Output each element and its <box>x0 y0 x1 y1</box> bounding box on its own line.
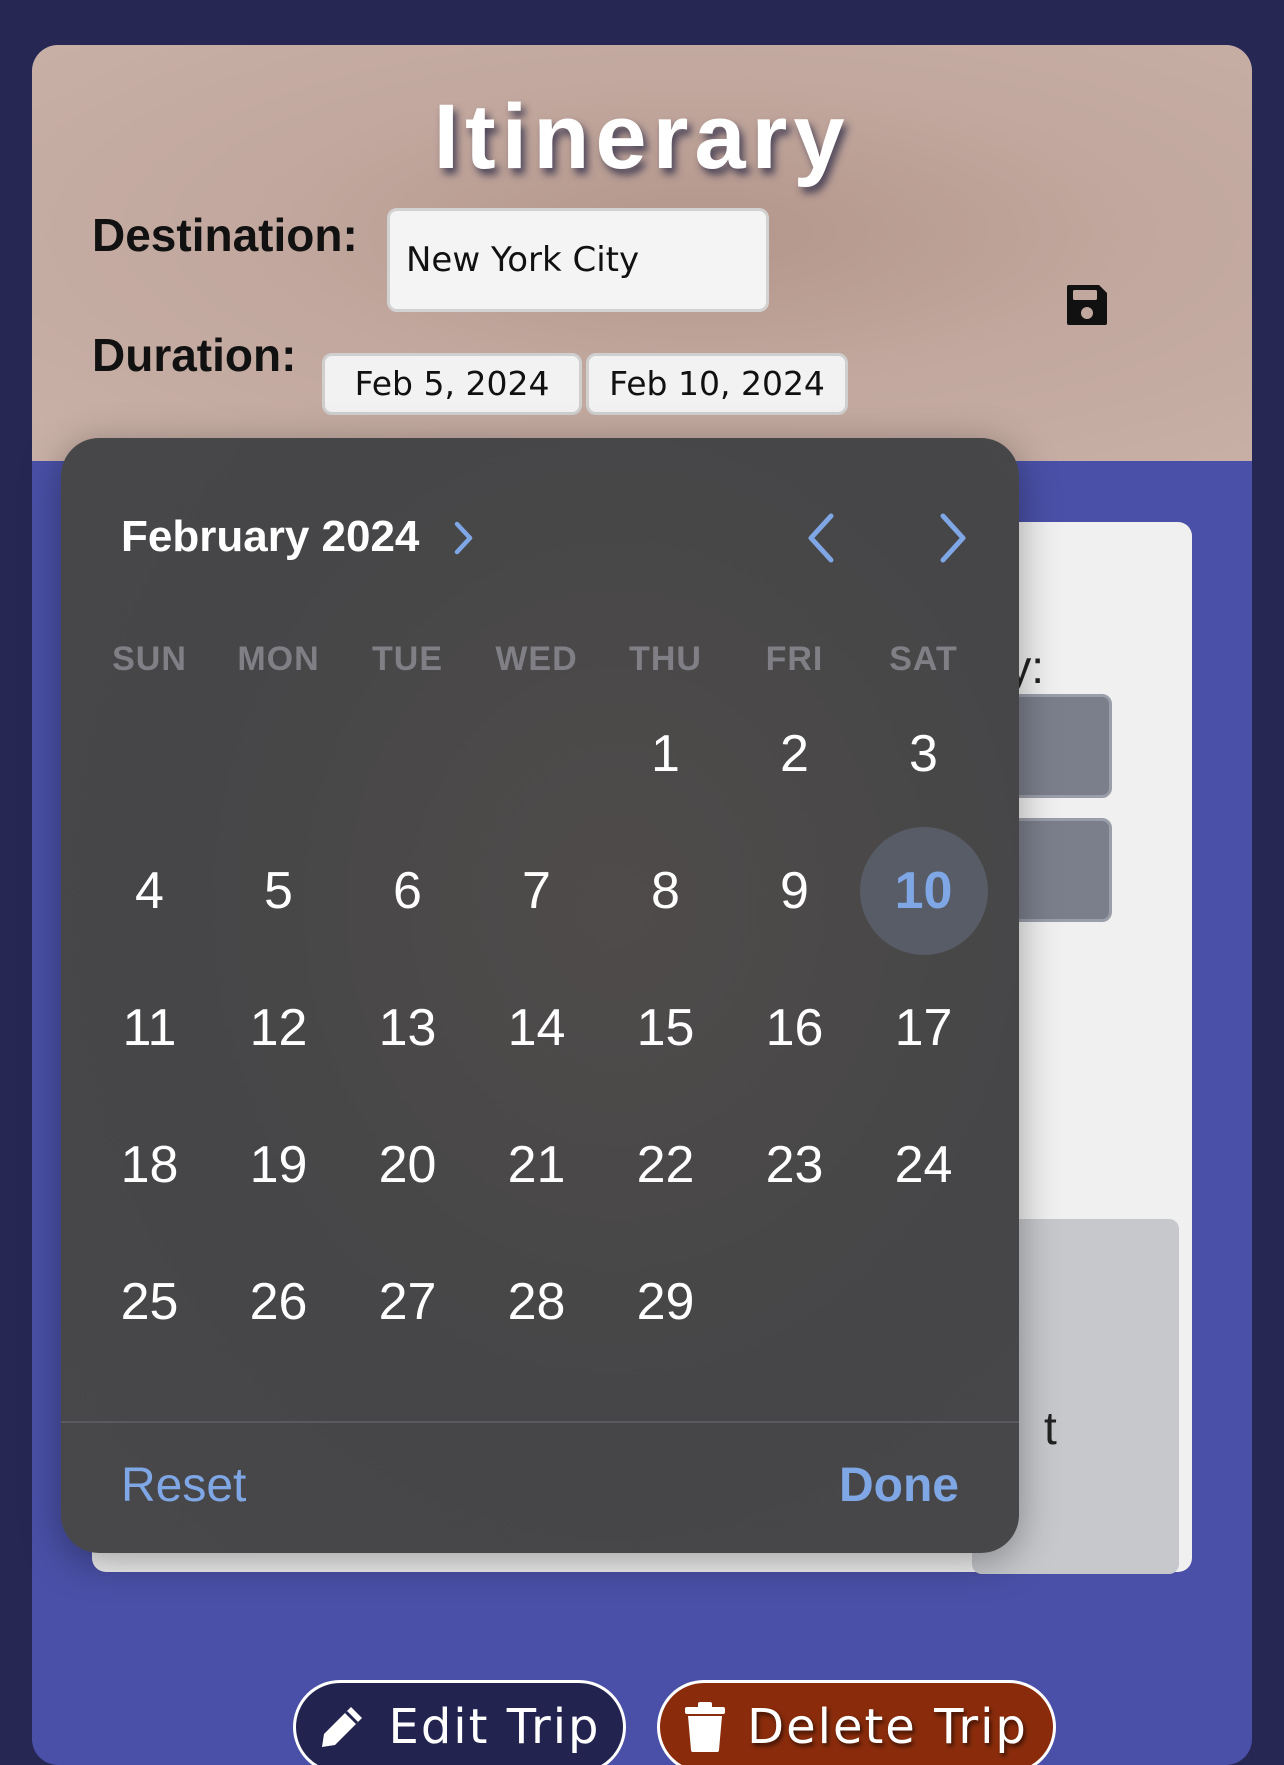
duration-label: Duration: <box>92 329 297 381</box>
calendar-day[interactable]: 11 <box>85 960 214 1097</box>
delete-trip-button[interactable]: Delete Trip <box>657 1680 1056 1765</box>
floppy-disk-icon[interactable] <box>1065 283 1109 327</box>
calendar-day[interactable]: 24 <box>859 1097 988 1234</box>
chevron-right-icon[interactable] <box>453 520 475 556</box>
calendar-day[interactable]: 9 <box>730 823 859 960</box>
itinerary-header: Itinerary Destination: Duration: Feb 5, … <box>32 45 1252 461</box>
calendar-day-selected[interactable]: 10 <box>859 823 988 960</box>
calendar-day[interactable]: 6 <box>343 823 472 960</box>
destination-label: Destination: <box>92 209 358 261</box>
calendar-day[interactable]: 29 <box>601 1234 730 1371</box>
weekday-label: SAT <box>889 640 958 678</box>
calendar-day[interactable]: 17 <box>859 960 988 1097</box>
calendar-day[interactable]: 12 <box>214 960 343 1097</box>
delete-trip-label: Delete Trip <box>747 1699 1028 1755</box>
calendar-day[interactable]: 7 <box>472 823 601 960</box>
start-date-button[interactable]: Feb 5, 2024 <box>322 353 582 415</box>
calendar-day[interactable]: 19 <box>214 1097 343 1234</box>
chevron-right-icon[interactable] <box>937 512 969 564</box>
calendar-day[interactable]: 5 <box>214 823 343 960</box>
calendar-day[interactable]: 27 <box>343 1234 472 1371</box>
calendar-reset-button[interactable]: Reset <box>121 1458 246 1513</box>
weekday-label: WED <box>495 640 578 678</box>
calendar-day[interactable]: 25 <box>85 1234 214 1371</box>
pencil-icon <box>322 1707 363 1747</box>
calendar-day[interactable]: 28 <box>472 1234 601 1371</box>
chevron-left-icon[interactable] <box>805 512 837 564</box>
calendar-day[interactable]: 13 <box>343 960 472 1097</box>
trash-icon <box>685 1702 726 1752</box>
calendar-day[interactable]: 15 <box>601 960 730 1097</box>
calendar-day[interactable]: 21 <box>472 1097 601 1234</box>
weekday-label: THU <box>629 640 702 678</box>
calendar-day[interactable]: 23 <box>730 1097 859 1234</box>
calendar-day[interactable]: 26 <box>214 1234 343 1371</box>
calendar-day[interactable]: 2 <box>730 686 859 823</box>
calendar-day[interactable]: 14 <box>472 960 601 1097</box>
weekday-label: TUE <box>372 640 443 678</box>
calendar-divider <box>61 1421 1019 1423</box>
panel-detail-partial: t <box>1044 1402 1057 1454</box>
calendar-done-button[interactable]: Done <box>839 1458 959 1513</box>
calendar-day[interactable]: 16 <box>730 960 859 1097</box>
calendar-day[interactable]: 18 <box>85 1097 214 1234</box>
end-date-button[interactable]: Feb 10, 2024 <box>586 353 848 415</box>
calendar-day[interactable]: 4 <box>85 823 214 960</box>
edit-trip-label: Edit Trip <box>388 1699 601 1755</box>
calendar-day[interactable]: 1 <box>601 686 730 823</box>
weekday-label: SUN <box>112 640 187 678</box>
edit-trip-button[interactable]: Edit Trip <box>293 1680 626 1765</box>
calendar-day[interactable]: 22 <box>601 1097 730 1234</box>
calendar-day[interactable]: 20 <box>343 1097 472 1234</box>
calendar-day[interactable]: 8 <box>601 823 730 960</box>
weekday-label: FRI <box>765 640 824 678</box>
page-title: Itinerary <box>433 86 851 188</box>
date-picker-popover: February 2024 SUN MON TUE WED THU FRI SAT 1234… <box>61 438 1019 1553</box>
weekday-label: MON <box>237 640 320 678</box>
destination-input[interactable] <box>387 208 769 312</box>
calendar-month-label[interactable]: February 2024 <box>121 512 419 562</box>
calendar-day[interactable]: 3 <box>859 686 988 823</box>
